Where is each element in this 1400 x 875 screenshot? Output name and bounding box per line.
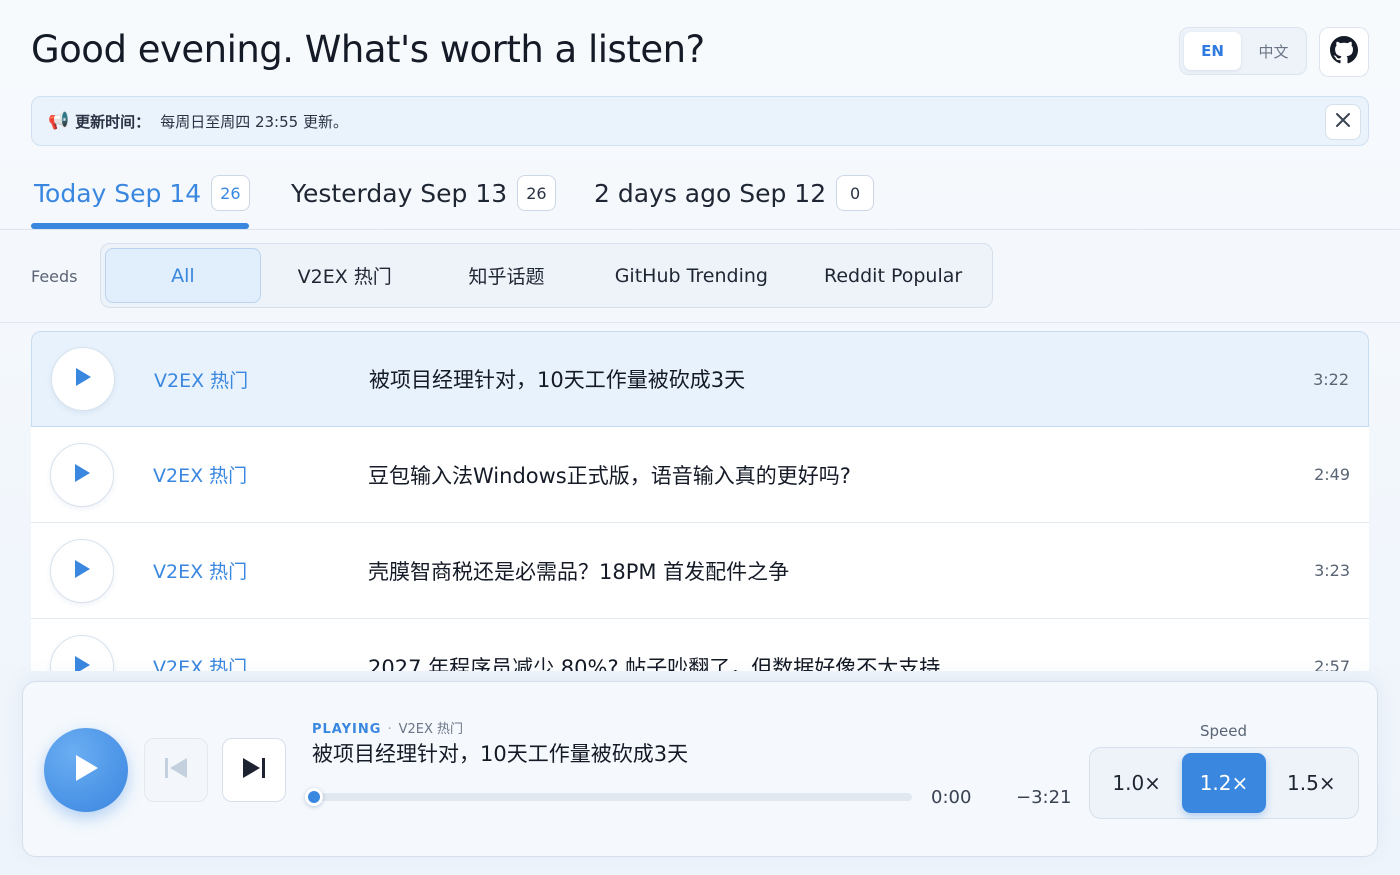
app-root: Good evening. What's worth a listen? EN … <box>0 0 1400 875</box>
speed-1-2-button[interactable]: 1.2× <box>1182 753 1266 813</box>
track-play-button[interactable] <box>50 634 114 671</box>
active-tab-indicator <box>31 223 249 229</box>
count-badge: 0 <box>836 175 875 211</box>
feed-all-button[interactable]: All <box>105 248 261 303</box>
github-icon <box>1330 36 1358 68</box>
track-row[interactable]: V2EX 热门 豆包输入法Windows正式版，语音输入真的更好吗? 2:49 <box>31 427 1369 523</box>
track-title: 2027 年程序员减少 80%? 帖子吵翻了，但数据好像不太支持 <box>368 655 941 672</box>
track-play-button[interactable] <box>51 347 115 411</box>
speed-label: Speed <box>1200 722 1248 740</box>
track-row[interactable]: V2EX 热门 被项目经理针对，10天工作量被砍成3天 3:22 <box>31 331 1369 427</box>
skip-previous-icon <box>161 755 191 785</box>
track-source: V2EX 热门 <box>153 657 248 671</box>
next-track-button[interactable] <box>222 738 286 802</box>
main-play-button[interactable] <box>44 728 128 812</box>
track-title: 豆包输入法Windows正式版，语音输入真的更好吗? <box>368 463 851 488</box>
megaphone-icon: 📢 <box>48 111 70 131</box>
feeds-label: Feeds <box>31 267 78 286</box>
track-title: 被项目经理针对，10天工作量被砍成3天 <box>369 368 746 392</box>
audio-player: PLAYING · V2EX 热门 被项目经理针对，10天工作量被砍成3天 0:00… <box>22 681 1378 857</box>
feed-v2ex-button[interactable]: V2EX 热门 <box>261 248 429 303</box>
separator-dot: · <box>387 722 393 737</box>
header: Good evening. What's worth a listen? EN … <box>31 22 1369 82</box>
count-badge: 26 <box>211 175 250 211</box>
tab-label: 2 days ago Sep 12 <box>594 178 827 208</box>
tab-two-days-ago[interactable]: 2 days ago Sep 12 0 <box>594 170 875 230</box>
track-source: V2EX 热门 <box>154 369 249 392</box>
tab-yesterday[interactable]: Yesterday Sep 13 26 <box>291 170 556 230</box>
language-switch: EN 中文 <box>1179 27 1307 75</box>
github-button[interactable] <box>1319 27 1369 77</box>
feeds-filter-row: Feeds All V2EX 热门 知乎话题 GitHub Trending R… <box>0 231 1400 323</box>
feed-reddit-button[interactable]: Reddit Popular <box>798 248 988 303</box>
now-playing-title: 被项目经理针对，10天工作量被砍成3天 <box>312 742 689 766</box>
count-badge: 26 <box>517 175 556 211</box>
notice-text: 每周日至周四 23:55 更新。 <box>160 112 348 131</box>
track-duration: 2:49 <box>1314 465 1350 484</box>
feed-zhihu-button[interactable]: 知乎话题 <box>429 248 585 303</box>
speed-1-5-button[interactable]: 1.5× <box>1270 753 1353 813</box>
track-row[interactable]: V2EX 热门 2027 年程序员减少 80%? 帖子吵翻了，但数据好像不太支持… <box>31 619 1369 671</box>
close-icon <box>1335 112 1351 132</box>
playing-status: PLAYING <box>312 722 382 737</box>
track-list: V2EX 热门 被项目经理针对，10天工作量被砍成3天 3:22 V2EX 热门… <box>31 331 1369 671</box>
feed-github-button[interactable]: GitHub Trending <box>584 248 798 303</box>
day-tabs: Today Sep 14 26 Yesterday Sep 13 26 2 da… <box>0 160 1400 230</box>
play-icon <box>72 462 92 488</box>
tab-label: Today Sep 14 <box>34 178 202 208</box>
update-notice: 📢 更新时间： 每周日至周四 23:55 更新。 <box>31 96 1369 146</box>
page-title: Good evening. What's worth a listen? <box>31 28 705 71</box>
track-source: V2EX 热门 <box>153 561 248 583</box>
tab-today[interactable]: Today Sep 14 26 <box>34 170 250 230</box>
lang-en-button[interactable]: EN <box>1184 32 1241 70</box>
track-play-button[interactable] <box>50 538 114 603</box>
track-duration: 3:22 <box>1313 369 1349 389</box>
speed-1-0-button[interactable]: 1.0× <box>1095 753 1178 813</box>
progress-bar[interactable] <box>305 788 912 806</box>
progress-thumb[interactable] <box>305 788 323 806</box>
play-icon <box>72 654 92 671</box>
play-icon <box>71 752 101 788</box>
play-icon <box>73 366 93 392</box>
track-duration: 3:23 <box>1314 561 1350 580</box>
lang-zh-button[interactable]: 中文 <box>1245 32 1302 70</box>
track-play-button[interactable] <box>50 442 114 507</box>
track-row[interactable]: V2EX 热门 壳膜智商税还是必需品？18PM 首发配件之争 3:23 <box>31 523 1369 619</box>
track-source: V2EX 热门 <box>153 465 248 487</box>
skip-next-icon <box>239 755 269 785</box>
track-title: 壳膜智商税还是必需品？18PM 首发配件之争 <box>368 559 790 584</box>
remaining-time: −3:21 <box>1016 787 1072 808</box>
current-time: 0:00 <box>931 787 972 808</box>
now-playing-source: V2EX 热门 <box>398 722 463 737</box>
previous-track-button[interactable] <box>144 738 208 802</box>
speed-selector: 1.0× 1.2× 1.5× <box>1089 747 1359 819</box>
notice-label: 更新时间： <box>75 112 151 131</box>
close-notice-button[interactable] <box>1325 104 1361 140</box>
feeds-segmented-control: All V2EX 热门 知乎话题 GitHub Trending Reddit … <box>100 243 993 308</box>
tab-label: Yesterday Sep 13 <box>291 178 508 208</box>
play-icon <box>72 558 92 584</box>
track-duration: 2:57 <box>1314 657 1350 671</box>
now-playing-meta: PLAYING · V2EX 热门 <box>312 718 463 737</box>
